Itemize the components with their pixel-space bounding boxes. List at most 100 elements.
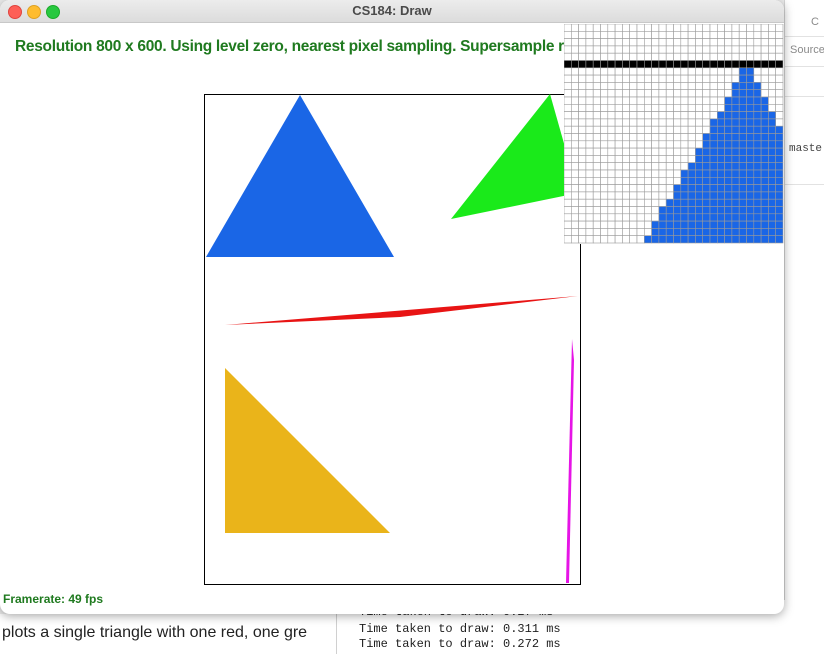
zoom-pixel-filled [665, 235, 674, 244]
zoom-pixel [673, 162, 682, 171]
zoom-pixel-filled [746, 198, 755, 207]
zoom-pixel [651, 169, 660, 178]
zoom-pixel [585, 24, 594, 32]
zoom-pixel [753, 45, 762, 54]
zoom-pixel-filled [760, 104, 769, 112]
zoom-pixel [731, 74, 740, 83]
zoom-pixel [687, 67, 696, 76]
zoom-pixel [629, 169, 638, 178]
zoom-pixel [622, 198, 631, 207]
zoom-pixel-filled [709, 213, 718, 222]
zoom-pixel-filled [673, 220, 682, 229]
zoom-pixel-filled [760, 140, 769, 149]
zoom-pixel [636, 45, 645, 54]
zoom-pixel [702, 82, 711, 91]
zoom-pixel-filled [753, 220, 762, 229]
zoom-pixel [592, 31, 601, 39]
zoom-pixel-filled [753, 184, 762, 193]
zoom-pixel [614, 198, 623, 207]
zoom-pixel-filled [717, 133, 725, 142]
zoom-pixel [658, 74, 667, 83]
zoom-pixel [622, 52, 631, 61]
zoom-pixel [636, 24, 645, 32]
zoom-pixel [673, 24, 682, 32]
zoom-pixel [673, 140, 682, 149]
zoom-pixel [644, 74, 652, 83]
zoom-pixel-filled [658, 60, 667, 69]
zoom-pixel-filled [746, 125, 755, 134]
zoom-pixel [644, 104, 652, 112]
zoom-pixel [600, 147, 609, 156]
zoom-pixel [695, 118, 703, 127]
zoom-pixel-filled [738, 82, 747, 91]
zoom-pixel [614, 82, 623, 91]
zoom-pixel [687, 147, 696, 156]
zoom-pixel [775, 89, 784, 98]
zoom-pixel-filled [724, 96, 733, 105]
zoom-pixel-filled [731, 228, 740, 236]
zoom-pixel [592, 82, 601, 91]
zoom-pixel [717, 82, 725, 91]
zoom-pixel [585, 31, 594, 39]
zoom-pixel-filled [731, 206, 740, 215]
zoom-pixel-filled [717, 213, 725, 222]
zoom-pixel-filled [768, 125, 776, 134]
zoom-pixel-filled [709, 235, 718, 244]
zoom-pixel [600, 198, 609, 207]
zoom-pixel [564, 140, 572, 149]
zoom-pixel [673, 118, 682, 127]
zoom-pixel [738, 24, 747, 32]
zoom-pixel [571, 155, 579, 163]
zoom-pixel [564, 169, 572, 178]
zoom-pixel-filled [717, 177, 725, 185]
zoom-pixel [738, 45, 747, 54]
zoom-pixel [702, 96, 711, 105]
zoom-pixel-filled [717, 147, 725, 156]
zoom-pixel-filled [731, 191, 740, 200]
zoom-pixel [651, 38, 660, 47]
zoom-pixel [607, 111, 616, 120]
zoom-pixel [680, 24, 689, 32]
zoom-pixel [564, 31, 572, 39]
zoom-pixel [614, 96, 623, 105]
zoom-pixel [622, 74, 631, 83]
zoom-pixel [578, 125, 587, 134]
zoom-pixel [592, 24, 601, 32]
zoom-pixel [658, 89, 667, 98]
zoom-pixel-filled [673, 191, 682, 200]
zoom-pixel [665, 140, 674, 149]
zoom-pixel-filled [680, 184, 689, 193]
editor-branch-label: maste [789, 143, 823, 155]
zoom-pixel [775, 104, 784, 112]
zoom-pixel [585, 198, 594, 207]
zoom-pixel [578, 104, 587, 112]
zoom-pixel-filled [702, 228, 711, 236]
zoom-pixel-filled [775, 169, 784, 178]
zoom-pixel-filled [687, 235, 696, 244]
zoom-pixel [702, 38, 711, 47]
zoom-pixel [673, 96, 682, 105]
zoom-pixel [622, 45, 631, 54]
zoom-pixel [600, 31, 609, 39]
zoom-pixel [607, 133, 616, 142]
zoom-pixel [644, 169, 652, 178]
zoom-pixel [768, 89, 776, 98]
zoom-pixel-filled [673, 228, 682, 236]
zoom-pixel [768, 52, 776, 61]
zoom-pixel [600, 213, 609, 222]
zoom-pixel-filled [702, 147, 711, 156]
zoom-pixel [629, 228, 638, 236]
zoom-pixel-filled [665, 60, 674, 69]
zoom-pixel-filled [709, 169, 718, 178]
zoom-pixel [578, 111, 587, 120]
zoom-pixel [600, 140, 609, 149]
zoom-pixel [564, 206, 572, 215]
zoom-pixel [614, 45, 623, 54]
zoom-pixel-filled [680, 177, 689, 185]
zoom-pixel-filled [753, 206, 762, 215]
zoom-pixel-filled [724, 235, 733, 244]
zoom-pixel [717, 52, 725, 61]
zoom-pixel-filled [731, 220, 740, 229]
zoom-pixel [607, 155, 616, 163]
zoom-pixel [571, 228, 579, 236]
